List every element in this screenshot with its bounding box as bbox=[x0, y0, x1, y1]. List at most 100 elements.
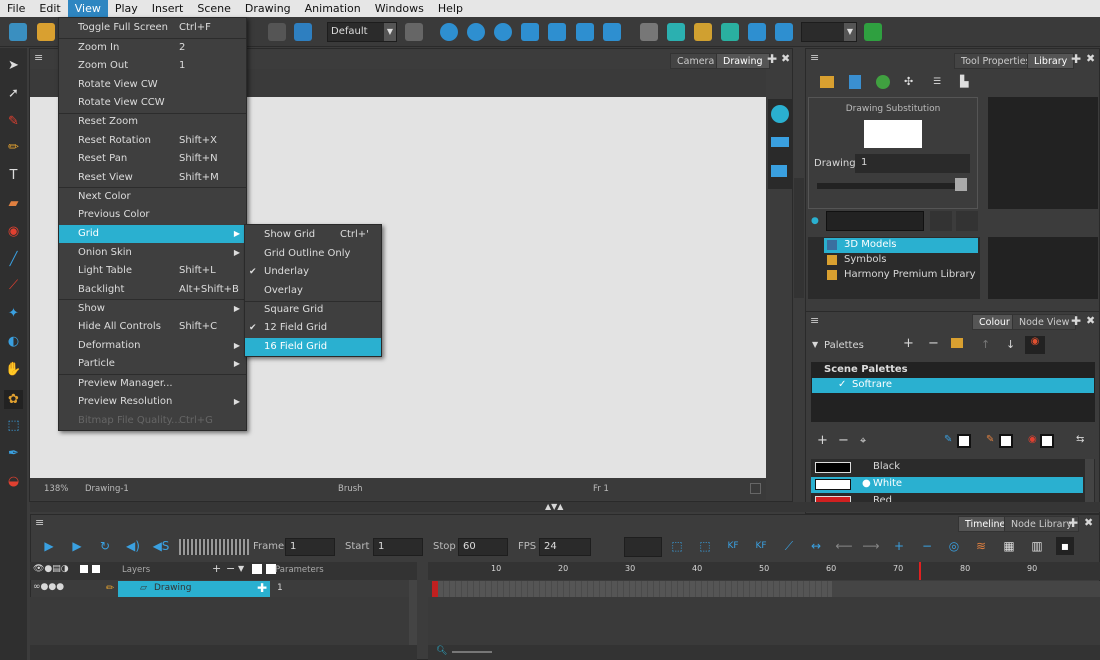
menu-item-reset-view[interactable]: Reset View Shift+M bbox=[59, 169, 246, 187]
collapse-arrows-icon[interactable]: ▲▼▲ bbox=[545, 502, 563, 511]
layer-menu-icon[interactable]: ▼ bbox=[238, 564, 244, 573]
panel-menu-icon[interactable]: ≡ bbox=[810, 51, 819, 64]
sound-icon[interactable]: ◀) bbox=[124, 537, 142, 555]
menu-item-preview-manager[interactable]: Preview Manager... bbox=[59, 375, 246, 393]
start-field[interactable]: 1 bbox=[373, 538, 423, 556]
zoom-level[interactable]: 138% bbox=[44, 484, 68, 494]
fps-field[interactable]: 24 bbox=[539, 538, 591, 556]
onion-icon[interactable] bbox=[640, 23, 658, 41]
edit-colour-icon[interactable]: ⌖ bbox=[860, 434, 866, 448]
exposure-cells[interactable] bbox=[432, 581, 832, 597]
pencil-icon[interactable]: ✏ bbox=[4, 138, 23, 157]
menu-item-next-color[interactable]: Next Color bbox=[59, 188, 246, 206]
eraser-icon[interactable]: ▰ bbox=[4, 194, 23, 213]
menu-play[interactable]: Play bbox=[108, 0, 145, 17]
layers-icon[interactable] bbox=[771, 165, 787, 177]
eye-icon[interactable] bbox=[771, 105, 789, 123]
frame-icon[interactable] bbox=[694, 23, 712, 41]
grid-toggle-icon[interactable] bbox=[721, 23, 739, 41]
zoom-slider[interactable] bbox=[452, 651, 492, 653]
menu-view[interactable]: View bbox=[67, 0, 108, 17]
menu-drawing[interactable]: Drawing bbox=[238, 0, 298, 17]
workspace-select[interactable]: Default ▼ bbox=[327, 22, 397, 42]
open-folder-icon[interactable] bbox=[37, 23, 55, 41]
menu-item-light-table[interactable]: Light Table Shift+L bbox=[59, 262, 246, 280]
menu-animation[interactable]: Animation bbox=[298, 0, 368, 17]
refresh-icon[interactable] bbox=[876, 75, 890, 89]
swatch-row-white[interactable]: ● White bbox=[811, 477, 1083, 493]
menu-item-onion-skin[interactable]: Onion Skin ▶ bbox=[59, 244, 246, 262]
center-icon[interactable] bbox=[667, 23, 685, 41]
tree-item-symbols[interactable]: Symbols bbox=[824, 253, 978, 268]
close-icon[interactable]: ✖ bbox=[1086, 314, 1095, 327]
skew-icon[interactable] bbox=[521, 23, 539, 41]
translate-icon[interactable] bbox=[440, 23, 458, 41]
submenu-item-overlay[interactable]: Overlay bbox=[245, 282, 381, 300]
menu-item-deformation[interactable]: Deformation ▶ bbox=[59, 337, 246, 355]
motion-keyframe-icon[interactable]: ⟋ bbox=[780, 537, 798, 555]
add-tab-icon[interactable]: ✚ bbox=[767, 52, 777, 66]
keyframe-icon[interactable]: ⬚ bbox=[668, 537, 686, 555]
forward-icon[interactable] bbox=[956, 211, 978, 231]
panel-menu-icon[interactable]: ≡ bbox=[810, 314, 819, 327]
workspace-manager-icon[interactable] bbox=[405, 23, 423, 41]
add-palette-icon[interactable]: + bbox=[903, 336, 914, 351]
add-drawing-icon[interactable] bbox=[748, 23, 766, 41]
menu-item-grid[interactable]: Grid ▶ bbox=[59, 225, 246, 243]
view-select[interactable]: ▼ bbox=[801, 22, 857, 42]
folder-icon[interactable] bbox=[820, 76, 834, 88]
remove-keyframe-icon[interactable]: KF bbox=[752, 537, 770, 555]
close-icon[interactable]: ✖ bbox=[781, 52, 790, 65]
move-up-icon[interactable]: ↑ bbox=[981, 338, 990, 351]
checkbox[interactable] bbox=[750, 483, 761, 494]
menu-item-rotate-ccw[interactable]: Rotate View CCW bbox=[59, 94, 246, 112]
menu-item-previous-color[interactable]: Previous Color bbox=[59, 206, 246, 224]
add-tab-icon[interactable]: ✚ bbox=[1068, 516, 1078, 530]
list-view-icon[interactable]: ☰ bbox=[933, 77, 947, 87]
tab-node-view[interactable]: Node View bbox=[1012, 314, 1077, 330]
menu-item-toggle-full-screen[interactable]: Toggle Full Screen Ctrl+F bbox=[59, 19, 246, 37]
scale-icon[interactable] bbox=[494, 23, 512, 41]
library-search-input[interactable] bbox=[826, 211, 924, 231]
text-tool-icon[interactable]: T bbox=[4, 166, 23, 185]
palette-browser-icon[interactable]: ◉ bbox=[1025, 336, 1045, 354]
pen-icon[interactable]: ✒ bbox=[4, 444, 23, 463]
menu-item-zoom-in[interactable]: Zoom In 2 bbox=[59, 39, 246, 57]
submenu-item-show-grid[interactable]: Show Grid Ctrl+' bbox=[245, 226, 381, 244]
expose-icon[interactable]: ▦ bbox=[1000, 537, 1018, 555]
link-icon[interactable]: ⇆ bbox=[1076, 434, 1084, 445]
tab-drawing[interactable]: Drawing bbox=[716, 53, 770, 69]
add-keyframe-icon[interactable]: KF bbox=[724, 537, 742, 555]
tab-library[interactable]: Library bbox=[1027, 53, 1075, 69]
contour-select-icon[interactable]: ➚ bbox=[4, 84, 23, 103]
menu-windows[interactable]: Windows bbox=[368, 0, 431, 17]
stop-field[interactable]: 60 bbox=[458, 538, 508, 556]
add-colour-icon[interactable]: + bbox=[817, 433, 828, 448]
prev-keyframe-icon[interactable]: ⟵ bbox=[835, 537, 853, 555]
menu-item-zoom-out[interactable]: Zoom Out 1 bbox=[59, 57, 246, 75]
collapse-icon[interactable]: ▼ bbox=[812, 340, 818, 349]
paint-icon[interactable]: ◉ bbox=[4, 222, 23, 241]
move-icon[interactable]: ✣ bbox=[904, 75, 918, 89]
layout-icon[interactable] bbox=[775, 23, 793, 41]
display-toggle-icon[interactable]: ▪ bbox=[1056, 537, 1074, 555]
menu-edit[interactable]: Edit bbox=[32, 0, 67, 17]
horizontal-splitter[interactable]: ▲▼▲ bbox=[30, 502, 1100, 512]
sound-scrub-icon[interactable]: ◀S bbox=[152, 537, 170, 555]
menu-insert[interactable]: Insert bbox=[145, 0, 191, 17]
rotate-icon[interactable] bbox=[467, 23, 485, 41]
menu-item-particle[interactable]: Particle ▶ bbox=[59, 355, 246, 373]
back-icon[interactable] bbox=[930, 211, 952, 231]
excel-icon[interactable] bbox=[849, 75, 861, 89]
slider-handle[interactable] bbox=[955, 178, 967, 191]
paint-colour-swatch[interactable] bbox=[1040, 434, 1054, 448]
ease-icon[interactable]: ≋ bbox=[972, 537, 990, 555]
menu-item-hide-all-controls[interactable]: Hide All Controls Shift+C bbox=[59, 318, 246, 336]
remove-palette-icon[interactable]: − bbox=[928, 336, 939, 351]
color-toggle[interactable] bbox=[80, 565, 88, 573]
line-icon[interactable]: ╱ bbox=[4, 250, 23, 269]
stroke-icon[interactable]: ◐ bbox=[4, 332, 23, 351]
dropper-icon[interactable]: ⟋ bbox=[4, 276, 23, 295]
fill-colour-swatch[interactable] bbox=[999, 434, 1013, 448]
new-scene-icon[interactable] bbox=[9, 23, 27, 41]
